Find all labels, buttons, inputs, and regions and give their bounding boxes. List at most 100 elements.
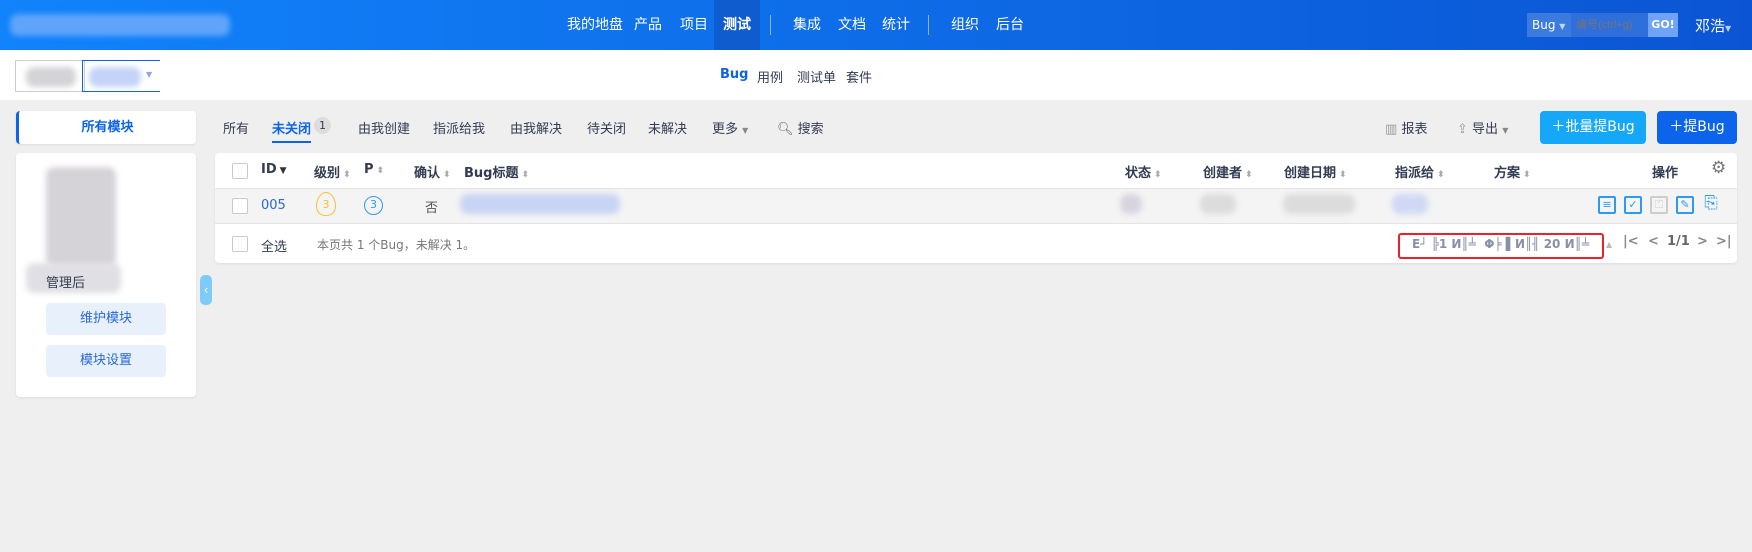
bug-title-link[interactable] [460, 194, 620, 214]
tab-more[interactable]: 更多 ▼ [712, 118, 748, 137]
col-label: 级别 [314, 166, 341, 181]
bar-chart-icon: ▥ [1385, 122, 1398, 137]
nav-stats[interactable]: 统计 [870, 0, 922, 50]
col-resolution[interactable]: 方案 ⬍ [1494, 162, 1531, 181]
export-label: 导出 [1472, 122, 1499, 137]
col-severity[interactable]: 级别 ⬍ [314, 162, 351, 181]
col-actions: 操作 [1652, 166, 1679, 181]
col-created-date[interactable]: 创建日期 ⬍ [1284, 162, 1347, 181]
search-label: 搜索 [797, 122, 824, 137]
tab-unresolved[interactable]: 未解决 [648, 118, 687, 137]
col-assigned-to[interactable]: 指派给 ⬍ [1395, 162, 1445, 181]
chevron-down-icon: ▼ [146, 70, 153, 79]
module-tree-panel: 管理后 维护模块 模块设置 [16, 153, 196, 397]
nav-divider [770, 15, 771, 35]
export-icon: ⇪ [1457, 122, 1468, 137]
search-toggle[interactable]: 🔍︎ 搜索 [777, 118, 824, 137]
edit-icon[interactable]: ✎ [1676, 196, 1694, 214]
subnav-suite[interactable]: 套件 [846, 67, 872, 86]
module-tree-items[interactable] [46, 167, 116, 267]
tab-created-by-me[interactable]: 由我创建 [358, 118, 410, 137]
assign-check-icon[interactable]: ✓ [1624, 196, 1642, 214]
nav-divider [928, 15, 929, 35]
col-label: Bug标题 [464, 166, 519, 181]
sort-icon: ⬍ [1523, 170, 1531, 180]
table-row[interactable] [215, 188, 1737, 224]
product-switcher[interactable] [15, 60, 85, 92]
plus-icon: ＋ [1669, 119, 1684, 135]
export-button[interactable]: ⇪ 导出 ▼ [1457, 118, 1508, 137]
nav-admin[interactable]: 后台 [984, 0, 1036, 50]
collapse-sidebar-toggle[interactable]: ‹ [200, 275, 212, 305]
row-checkbox[interactable] [232, 198, 248, 214]
subnav-testtask[interactable]: 测试单 [797, 67, 836, 86]
tab-to-close[interactable]: 待关闭 [587, 118, 626, 137]
tab-resolved-by-me[interactable]: 由我解决 [510, 118, 562, 137]
select-all-checkbox[interactable] [232, 236, 248, 252]
sort-icon: ⬍ [1437, 170, 1445, 180]
app-logo[interactable] [10, 14, 230, 36]
tab-assigned-to-me[interactable]: 指派给我 [433, 118, 485, 137]
copy-icon[interactable]: ⎘ [1702, 195, 1720, 214]
report-button[interactable]: ▥ 报表 [1385, 118, 1427, 137]
batch-create-label: 批量提Bug [1565, 119, 1635, 135]
col-label: ID [261, 162, 277, 177]
next-page-icon[interactable]: > [1697, 234, 1708, 249]
nav-project[interactable]: 项目 [668, 0, 720, 50]
severity-flame-icon: 3 [316, 192, 336, 216]
sort-icon: ⬍ [1339, 170, 1347, 180]
created-date-cell [1283, 194, 1355, 214]
col-title[interactable]: Bug标题 ⬍ [464, 162, 529, 181]
nav-test[interactable]: 测试 [714, 0, 760, 50]
plus-icon: ＋ [1551, 119, 1566, 135]
col-label: 创建日期 [1284, 166, 1337, 181]
select-all-header-checkbox[interactable] [232, 163, 248, 179]
branch-switcher[interactable]: ▼ [82, 60, 160, 92]
confirmed-cell: 否 [425, 201, 439, 216]
maintain-module-button[interactable]: 维护模块 [46, 303, 166, 335]
col-creator[interactable]: 创建者 ⬍ [1203, 162, 1253, 181]
create-bug-button[interactable]: ＋提Bug [1657, 111, 1737, 144]
col-label: 确认 [414, 166, 441, 181]
confirm-icon[interactable]: ≡ [1598, 196, 1616, 214]
col-status[interactable]: 状态 ⬍ [1125, 162, 1162, 181]
col-id[interactable]: ID ▼ [261, 162, 287, 177]
nav-product[interactable]: 产品 [622, 0, 674, 50]
user-menu[interactable]: 邓浩▼ [1695, 15, 1731, 36]
all-modules-tab[interactable]: 所有模块 [16, 111, 196, 144]
gear-icon[interactable]: ⚙ [1711, 158, 1726, 178]
tab-more-label: 更多 [712, 122, 739, 137]
records-per-page-select[interactable]: E┘ ╠1 И║╧ Φ╞ ▌И║╢ 20 И║╧ [1412, 237, 1589, 251]
report-label: 报表 [1401, 122, 1428, 137]
last-page-icon[interactable]: >| [1716, 234, 1732, 249]
count-badge: 1 [314, 117, 331, 134]
search-input[interactable] [1571, 13, 1648, 37]
chevron-down-icon: ▼ [1725, 24, 1732, 33]
tab-unclosed[interactable]: 未关闭 [272, 118, 312, 143]
creator-cell [1200, 194, 1236, 214]
col-priority[interactable]: P ⬍ [364, 162, 384, 177]
tab-all[interactable]: 所有 [223, 118, 249, 137]
select-all-label[interactable]: 全选 [261, 236, 287, 255]
chevron-down-icon: ▼ [742, 126, 749, 135]
assigned-to-cell [1392, 194, 1428, 214]
sort-icon: ⬍ [1154, 170, 1162, 180]
bug-id-link[interactable]: 005 [261, 198, 286, 213]
module-settings-button[interactable]: 模块设置 [46, 345, 166, 377]
prev-page-icon[interactable]: < [1648, 234, 1659, 249]
top-navbar: 我的地盘 产品 项目 测试 集成 文档 统计 组织 后台 Bug ▼ GO! 邓… [0, 0, 1752, 50]
subnav-case[interactable]: 用例 [757, 67, 783, 86]
page-indicator: 1/1 [1667, 234, 1690, 249]
subnav-bug[interactable]: Bug [720, 67, 748, 82]
sub-navbar: ▼ Bug 用例 测试单 套件 [0, 50, 1752, 100]
col-confirmed[interactable]: 确认 ⬍ [414, 162, 451, 181]
search-type-label: Bug [1532, 18, 1556, 32]
module-item[interactable]: 管理后 [46, 272, 85, 291]
go-button[interactable]: GO! [1648, 13, 1678, 37]
first-page-icon[interactable]: |< [1623, 234, 1639, 249]
sort-icon: ⬍ [1245, 170, 1253, 180]
caret-up-icon: ▲ [1606, 240, 1613, 249]
search-icon: 🔍︎ [777, 122, 794, 137]
batch-create-bug-button[interactable]: ＋批量提Bug [1540, 111, 1646, 144]
search-type-select[interactable]: Bug ▼ [1527, 13, 1571, 37]
